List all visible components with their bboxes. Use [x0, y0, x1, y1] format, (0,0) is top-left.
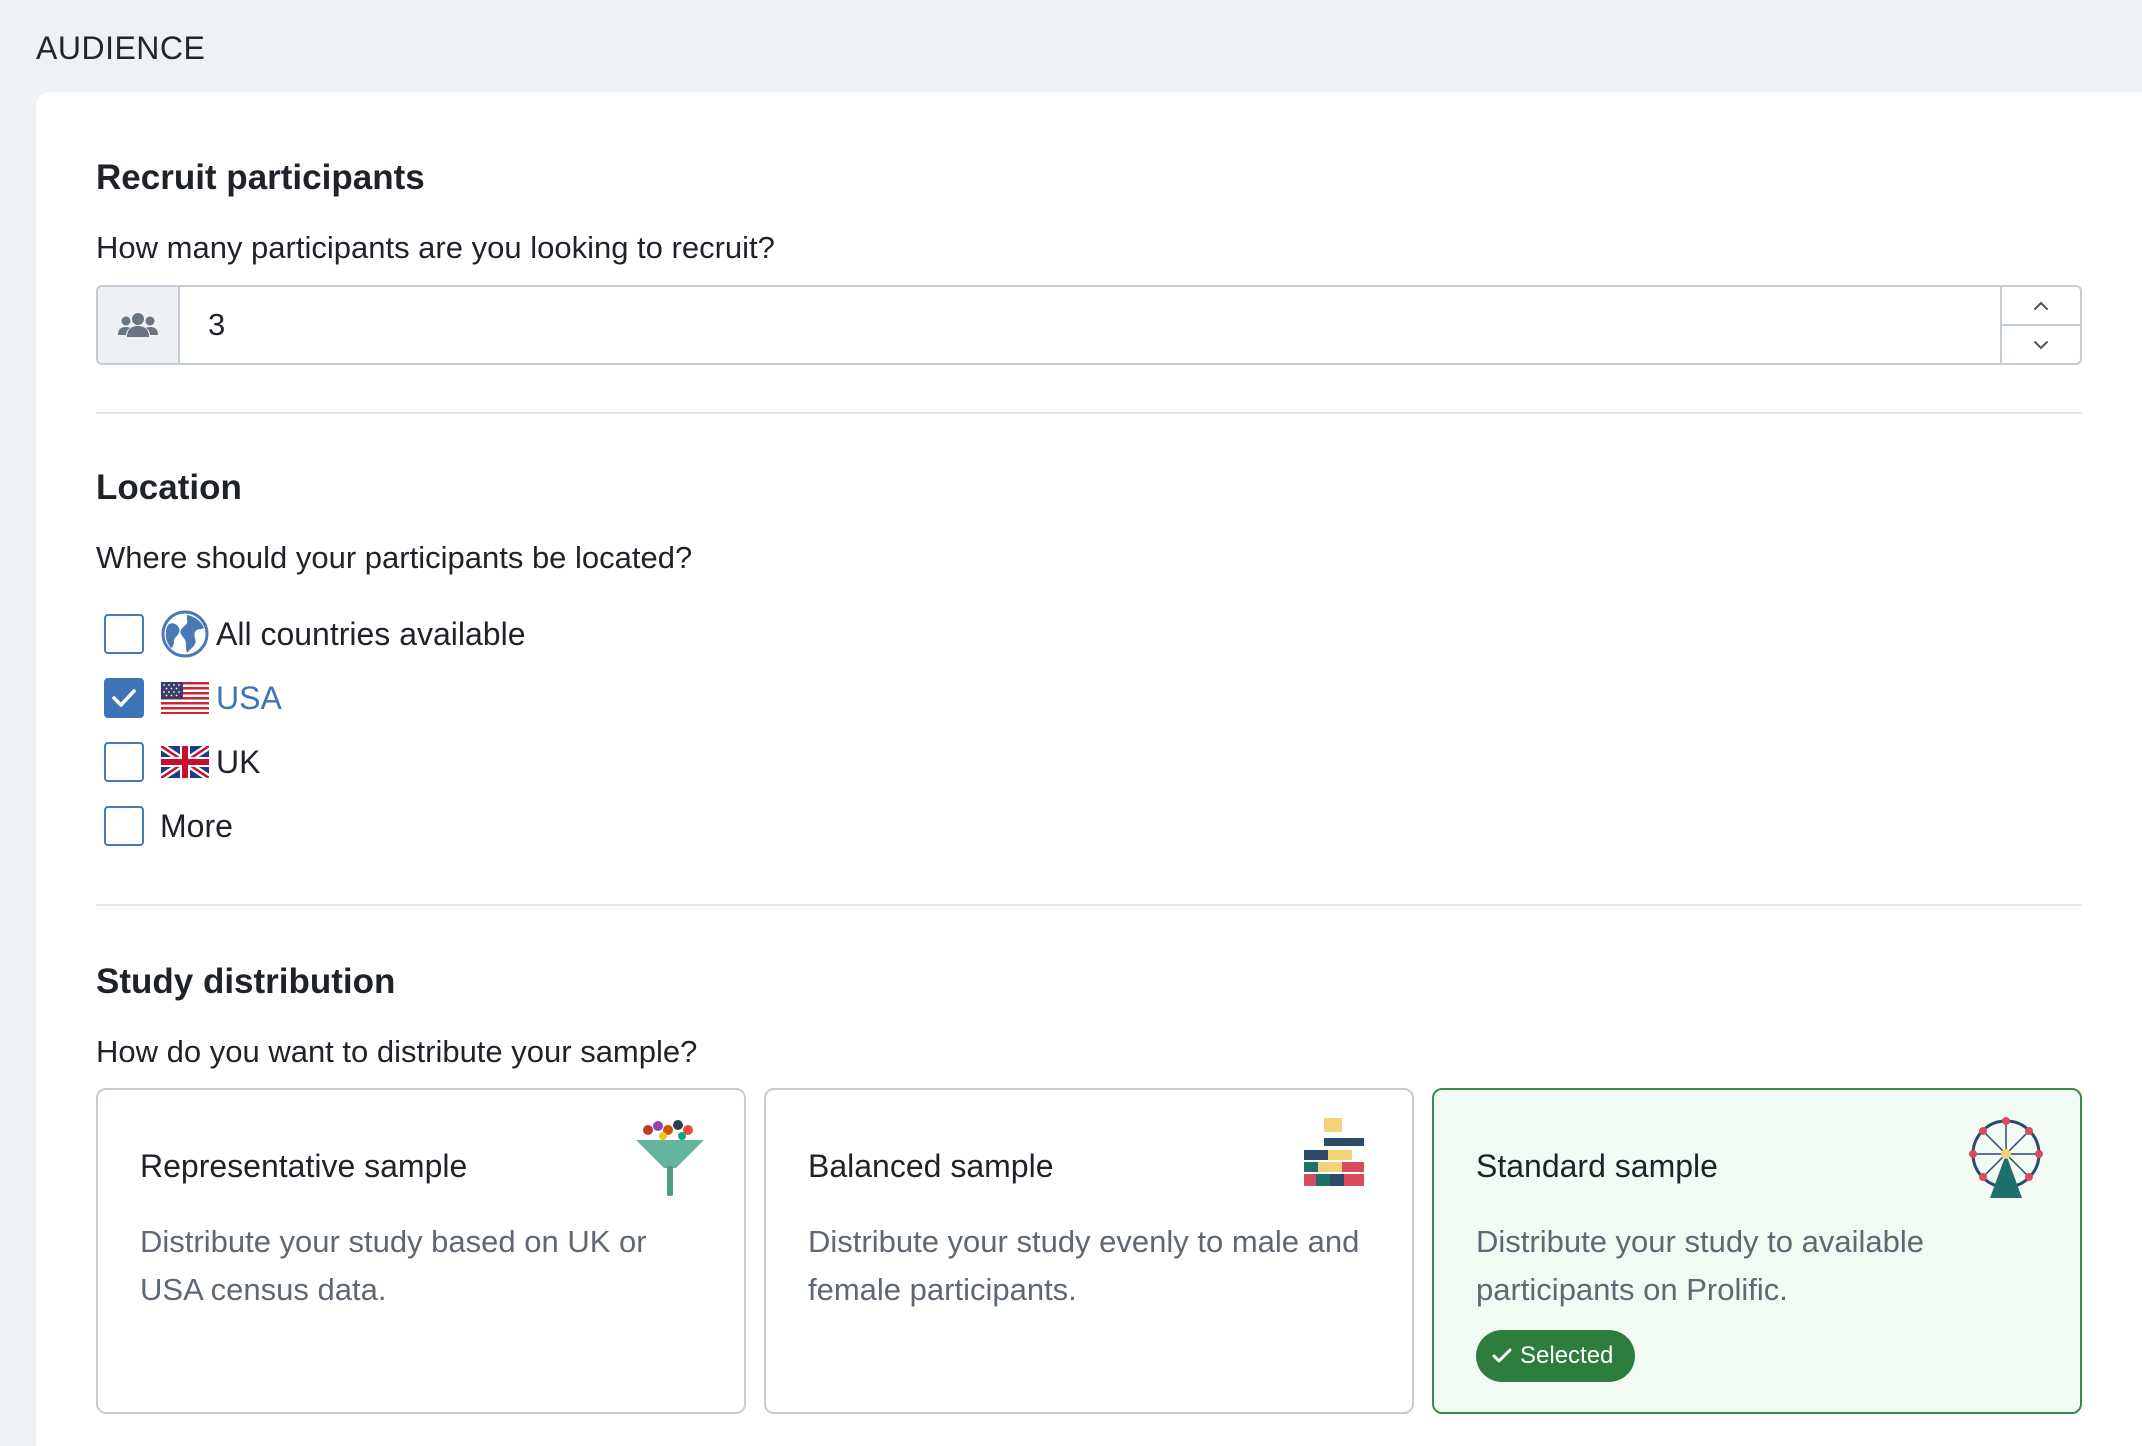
- badge-label: Selected: [1520, 1342, 1614, 1369]
- checkmark-icon: [112, 689, 136, 707]
- decrement-button[interactable]: [2002, 324, 2080, 363]
- globe-icon: [160, 609, 210, 659]
- recruit-heading: Recruit participants: [96, 158, 425, 197]
- location-option-label: UK: [216, 743, 261, 780]
- participants-value[interactable]: 3: [180, 287, 2000, 363]
- card-description: Distribute your study based on UK or USA…: [140, 1224, 647, 1307]
- uk-flag-icon: [160, 737, 210, 787]
- location-option-more[interactable]: More: [104, 802, 233, 850]
- number-stepper: [2000, 287, 2080, 363]
- location-option-label: More: [160, 807, 233, 844]
- us-flag-icon: [160, 673, 210, 723]
- divider: [96, 904, 2082, 906]
- location-option-label: USA: [216, 679, 282, 716]
- location-option-all-countries[interactable]: All countries available: [104, 610, 526, 658]
- chevron-down-icon: [2034, 340, 2048, 349]
- location-option-uk[interactable]: UK: [104, 738, 260, 786]
- participants-number-input[interactable]: 3: [96, 285, 2082, 365]
- card-description: Distribute your study evenly to male and…: [808, 1224, 1360, 1307]
- card-title: Balanced sample: [808, 1148, 1054, 1184]
- divider: [96, 412, 2082, 414]
- representative-sample-card[interactable]: Representative sample Distribute your st…: [96, 1088, 746, 1414]
- location-option-label: All countries available: [216, 615, 526, 652]
- card-title: Representative sample: [140, 1148, 468, 1184]
- funnel-illustration: [636, 1120, 704, 1196]
- distribution-question: How do you want to distribute your sampl…: [96, 1034, 698, 1069]
- card-title: Standard sample: [1476, 1148, 1718, 1184]
- selected-badge: Selected: [1476, 1330, 1636, 1382]
- increment-button[interactable]: [2002, 287, 2080, 324]
- users-icon: [98, 287, 180, 363]
- checkbox[interactable]: [104, 742, 144, 782]
- chevron-up-icon: [2034, 301, 2048, 310]
- distribution-heading: Study distribution: [96, 962, 396, 1001]
- ferris-wheel-illustration: [1969, 1117, 2043, 1198]
- checkbox[interactable]: [104, 806, 144, 846]
- location-heading: Location: [96, 468, 242, 507]
- checkbox-checked[interactable]: [104, 678, 144, 718]
- checkmark-icon: [1492, 1348, 1512, 1363]
- checkbox[interactable]: [104, 614, 144, 654]
- location-question: Where should your participants be locate…: [96, 540, 693, 575]
- audience-card: Recruit participants How many participan…: [36, 92, 2142, 1446]
- section-title: AUDIENCE: [36, 30, 206, 66]
- standard-sample-card[interactable]: Standard sample Distribute your study to…: [1432, 1088, 2082, 1414]
- card-description: Distribute your study to available parti…: [1476, 1224, 1925, 1307]
- recruit-question: How many participants are you looking to…: [96, 230, 775, 265]
- blocks-illustration: [1304, 1118, 1364, 1186]
- balanced-sample-card[interactable]: Balanced sample Distribute your study ev…: [764, 1088, 1414, 1414]
- location-option-usa[interactable]: USA: [104, 674, 282, 722]
